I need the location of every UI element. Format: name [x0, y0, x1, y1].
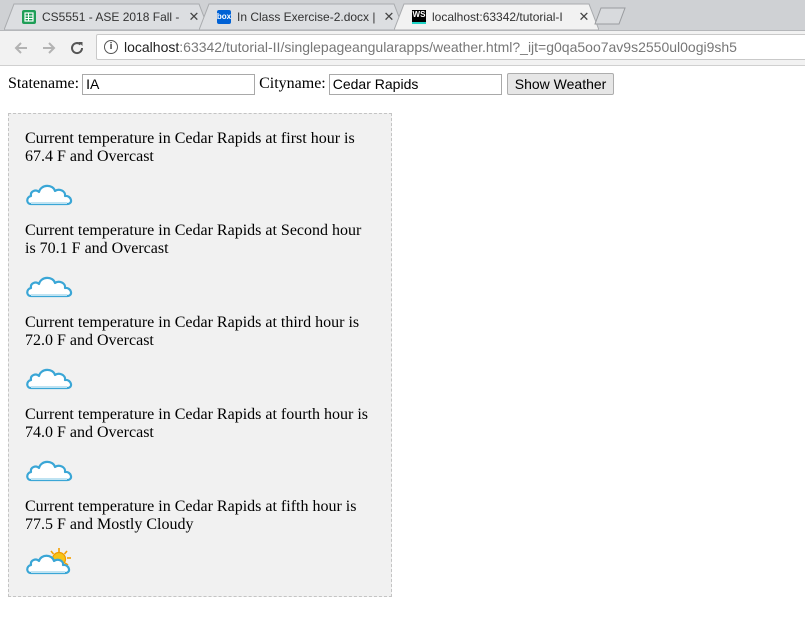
forecast-text: Current temperature in Cedar Rapids at f… [25, 498, 357, 533]
forecast-item: Current temperature in Cedar Rapids at f… [25, 498, 375, 581]
tab-title: CS5551 - ASE 2018 Fall - [42, 9, 180, 24]
sheets-icon [22, 9, 36, 24]
weather-form: Statename: Cityname: Show Weather [8, 73, 615, 95]
forecast-text: Current temperature in Cedar Rapids at t… [25, 314, 360, 349]
browser-tab-strip: CS5551 - ASE 2018 Fall - ✕ box In Class … [0, 0, 805, 31]
overcast-cloud-icon [26, 276, 73, 298]
forecast-panel: Current temperature in Cedar Rapids at f… [8, 113, 392, 597]
new-tab-button[interactable] [594, 7, 626, 25]
webstorm-icon: WS [412, 9, 426, 24]
overcast-cloud-icon [26, 368, 73, 390]
close-icon[interactable]: ✕ [577, 9, 591, 25]
tab-title: In Class Exercise-2.docx | [237, 9, 376, 24]
forecast-item: Current temperature in Cedar Rapids at f… [25, 130, 375, 213]
forecast-item: Current temperature in Cedar Rapids at t… [25, 314, 375, 397]
forecast-text: Current temperature in Cedar Rapids at f… [25, 130, 355, 165]
tab-document[interactable]: box In Class Exercise-2.docx | ✕ [199, 3, 404, 30]
url-path: :63342/tutorial-II/singlepageangularapps… [179, 39, 737, 55]
overcast-cloud-icon [26, 184, 73, 206]
tab-title: localhost:63342/tutorial-I [432, 9, 563, 24]
city-input[interactable] [328, 73, 502, 95]
box-icon: box [217, 9, 231, 24]
browser-toolbar: i localhost:63342/tutorial-II/singlepage… [0, 31, 805, 66]
state-label: Statename: [8, 75, 80, 92]
tab-spreadsheet[interactable]: CS5551 - ASE 2018 Fall - ✕ [4, 3, 209, 30]
tab-localhost[interactable]: WS localhost:63342/tutorial-I ✕ [394, 3, 599, 30]
reload-icon[interactable] [66, 37, 88, 59]
address-bar[interactable]: i localhost:63342/tutorial-II/singlepage… [96, 34, 805, 60]
forecast-text: Current temperature in Cedar Rapids at S… [25, 222, 362, 257]
info-icon[interactable]: i [104, 40, 118, 54]
mostly-cloudy-icon [26, 548, 71, 575]
state-input[interactable] [82, 73, 256, 95]
city-label: Cityname: [259, 75, 326, 92]
forecast-text: Current temperature in Cedar Rapids at f… [25, 406, 369, 441]
forward-arrow-icon[interactable] [38, 37, 60, 59]
show-weather-button[interactable]: Show Weather [506, 73, 615, 95]
forecast-item: Current temperature in Cedar Rapids at S… [25, 222, 375, 305]
forecast-item: Current temperature in Cedar Rapids at f… [25, 406, 375, 489]
overcast-cloud-icon [26, 460, 73, 482]
back-arrow-icon[interactable] [10, 37, 32, 59]
url-host: localhost [124, 39, 180, 55]
